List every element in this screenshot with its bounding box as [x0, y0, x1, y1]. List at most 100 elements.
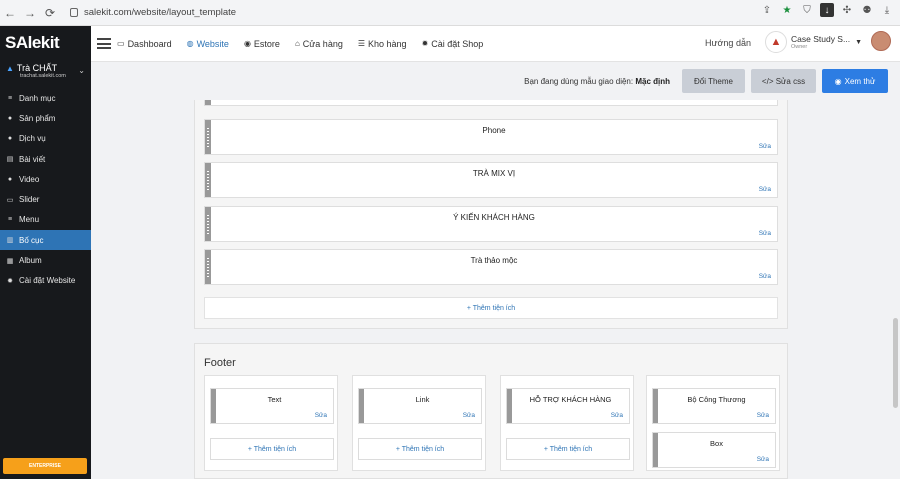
change-theme-button[interactable]: Đổi Theme — [682, 69, 745, 93]
edit-link[interactable]: Sửa — [463, 412, 475, 419]
topnav-item-label: Estore — [253, 38, 280, 49]
back-icon[interactable]: ← — [0, 3, 20, 23]
url-text[interactable]: salekit.com/website/layout_template — [84, 7, 236, 18]
sidebar-item-8[interactable]: ▦ Album — [0, 250, 91, 270]
sidebar-item-4[interactable]: ● Video — [0, 169, 91, 189]
widget-row[interactable]: Trà thảo mộc Sửa — [204, 248, 778, 285]
edit-css-button[interactable]: </> Sửa css — [751, 69, 816, 93]
sidebar-item-3[interactable]: ▤ Bài viết — [0, 149, 91, 169]
widget-title: Bộ Công Thương — [687, 395, 746, 404]
upgrade-button[interactable]: ENTERPRISE — [3, 458, 87, 474]
drag-handle[interactable] — [205, 100, 211, 105]
avatar[interactable] — [871, 31, 891, 51]
footer-column-2: Link Sửa + Thêm tiện ích — [352, 375, 486, 471]
sidebar-item-6[interactable]: ≡ Menu — [0, 210, 91, 230]
guide-link[interactable]: Hướng dẫn — [705, 38, 751, 48]
topnav-item-5[interactable]: ✹ Cài đặt Shop — [422, 39, 484, 49]
share-icon[interactable]: ⇪ — [760, 3, 774, 17]
profile-icon[interactable]: ⚉ — [860, 3, 874, 17]
shop-selector[interactable]: ▲ Trà CHẤT trachat.salekit.com ⌄ — [0, 60, 91, 88]
forward-icon[interactable]: → — [20, 3, 40, 23]
add-widget-button[interactable]: + Thêm tiện ích — [210, 438, 334, 460]
widget-row-partial[interactable] — [204, 100, 778, 106]
edit-link[interactable]: Sửa — [759, 230, 771, 237]
sidebar-item-label: Danh mục — [19, 93, 56, 103]
sidebar-item-0[interactable]: ≡ Danh mục — [0, 88, 91, 108]
video-icon: ● — [7, 175, 13, 183]
add-widget-button[interactable]: + Thêm tiện ích — [204, 297, 778, 319]
shop-icon: ▲ — [6, 63, 14, 73]
logo[interactable]: SAlekit — [0, 26, 91, 60]
sidebar-item-label: Slider — [19, 195, 40, 205]
address-bar[interactable]: salekit.com/website/layout_template — [64, 3, 242, 23]
sidebar-item-label: Dịch vụ — [19, 134, 46, 144]
footer-column-1: Text Sửa + Thêm tiện ích — [204, 375, 338, 471]
topnav-item-2[interactable]: ◉ Estore — [244, 39, 280, 49]
footer-widget[interactable]: Link Sửa — [358, 388, 482, 424]
download-ext-icon[interactable]: ↓ — [820, 3, 834, 17]
article-icon: ▤ — [6, 156, 14, 164]
star-icon[interactable]: ★ — [780, 3, 794, 17]
widget-title: Ý KIẾN KHÁCH HÀNG — [453, 212, 535, 222]
account-menu[interactable]: ▲ Case Study S... Owner ▼ — [765, 31, 862, 53]
topnav-item-0[interactable]: ▭ Dashboard — [117, 39, 172, 49]
edit-link[interactable]: Sửa — [315, 412, 327, 419]
compass-icon: ◉ — [243, 39, 251, 48]
sidebar-item-1[interactable]: ● Sản phẩm — [0, 108, 91, 128]
account-name: Case Study S... — [791, 34, 851, 44]
topnav-item-4[interactable]: ☰ Kho hàng — [358, 39, 407, 49]
widget-row[interactable]: Ý KIẾN KHÁCH HÀNG Sửa — [204, 205, 778, 242]
footer-widget[interactable]: Text Sửa — [210, 388, 334, 424]
preview-label: Xem thử — [844, 76, 876, 86]
sidebar: SAlekit ▲ Trà CHẤT trachat.salekit.com ⌄ … — [0, 26, 91, 479]
sidebar-item-2[interactable]: ● Dịch vụ — [0, 129, 91, 149]
caret-down-icon: ▼ — [855, 38, 862, 46]
add-widget-button[interactable]: + Thêm tiện ích — [506, 438, 630, 460]
edit-link[interactable]: Sửa — [757, 412, 769, 419]
puzzle-icon[interactable]: ✣ — [840, 3, 854, 17]
album-icon: ▦ — [6, 257, 14, 265]
footer-section: Footer Text Sửa + Thêm tiện ích Link Sửa… — [194, 343, 788, 479]
body-section: Phone Sửa TRÀ MIX VỊ Sửa Ý KIẾN KHÁCH HÀ… — [194, 100, 788, 329]
scrollbar[interactable] — [893, 318, 898, 408]
download-icon[interactable]: ⤓ — [880, 3, 894, 17]
topnav-item-1[interactable]: ◍ Website — [187, 39, 229, 49]
footer-column-4: Bộ Công Thương Sửa Box Sửa — [646, 375, 780, 471]
shield-icon[interactable]: ⛉ — [800, 3, 814, 17]
sidebar-item-9[interactable]: ✹ Cài đặt Website — [0, 271, 91, 291]
template-prefix: Bạn đang dùng mẫu giao diện: — [524, 76, 634, 86]
top-navigation: ▭ Dashboard ◍ Website ◉ Estore ⌂ Cửa hàng ☰ Kho h… — [91, 26, 900, 62]
hamburger-menu-icon[interactable] — [97, 36, 111, 52]
menu-icon: ≡ — [7, 216, 13, 224]
edit-link[interactable]: Sửa — [759, 273, 771, 280]
edit-link[interactable]: Sửa — [611, 412, 623, 419]
add-widget-button[interactable]: + Thêm tiện ích — [358, 438, 482, 460]
account-role: Owner — [791, 44, 808, 50]
footer-widget[interactable]: HỖ TRỢ KHÁCH HÀNG Sửa — [506, 388, 630, 424]
preview-button[interactable]: ◉ Xem thử — [822, 69, 888, 93]
footer-widget[interactable]: Box Sửa — [652, 432, 776, 468]
service-icon: ● — [7, 135, 13, 143]
footer-widget[interactable]: Bộ Công Thương Sửa — [652, 388, 776, 424]
browser-toolbar: ← → ⟳ salekit.com/website/layout_templat… — [0, 0, 900, 26]
product-icon: ● — [7, 114, 13, 122]
footer-column-3: HỖ TRỢ KHÁCH HÀNG Sửa + Thêm tiện ích — [500, 375, 634, 471]
widget-title: TRÀ MIX VỊ — [472, 169, 516, 179]
reload-icon[interactable]: ⟳ — [40, 3, 60, 23]
widget-title: Box — [710, 439, 723, 448]
sidebar-item-label: Menu — [19, 215, 40, 225]
edit-link[interactable]: Sửa — [759, 143, 771, 150]
chevron-down-icon: ⌄ — [78, 66, 85, 75]
widget-row[interactable]: TRÀ MIX VỊ Sửa — [204, 162, 778, 199]
topnav-item-3[interactable]: ⌂ Cửa hàng — [295, 39, 343, 49]
widget-title: Trà thảo mộc — [470, 255, 518, 265]
layout-editor: Phone Sửa TRÀ MIX VỊ Sửa Ý KIẾN KHÁCH HÀ… — [91, 100, 900, 479]
edit-link[interactable]: Sửa — [759, 186, 771, 193]
topnav-item-label: Dashboard — [127, 38, 172, 49]
edit-link[interactable]: Sửa — [757, 456, 769, 463]
sidebar-item-5[interactable]: ▭ Slider — [0, 189, 91, 209]
gear-icon: ✹ — [421, 39, 429, 48]
sidebar-item-7[interactable]: ▥ Bố cục — [0, 230, 91, 251]
sidebar-item-label: Bài viết — [19, 154, 46, 164]
widget-row[interactable]: Phone Sửa — [204, 119, 778, 155]
